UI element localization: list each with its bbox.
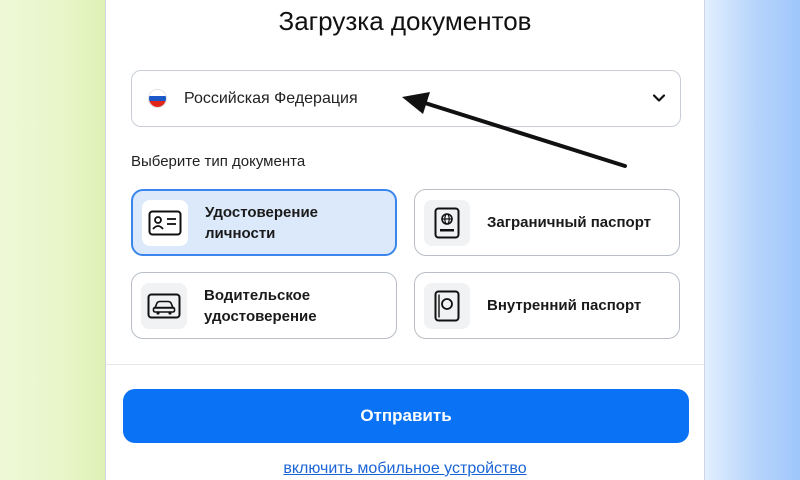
document-upload-panel: Загрузка документов Российская Федерация… (105, 0, 705, 480)
page-title: Загрузка документов (278, 6, 532, 36)
internal-passport-icon (424, 282, 470, 329)
doc-option-foreign-passport-label: Заграничный паспорт (487, 214, 652, 231)
doc-option-id-card[interactable]: Удостоверение личности (131, 189, 397, 256)
doc-option-foreign-passport[interactable]: Заграничный паспорт (414, 189, 680, 256)
car-icon (141, 282, 187, 329)
country-select[interactable]: Российская Федерация (131, 70, 681, 127)
document-type-label: Выберите тип документа (131, 153, 306, 170)
russia-flag-icon (148, 89, 167, 108)
doc-option-id-card-line2: личности (205, 224, 276, 242)
section-divider (106, 364, 704, 365)
submit-button[interactable]: Отправить (123, 389, 689, 443)
doc-option-id-card-line1: Удостоверение (205, 203, 319, 221)
country-select-value: Российская Федерация (184, 89, 358, 107)
id-card-icon (142, 199, 188, 246)
doc-option-driver-license-line2: удостоверение (204, 307, 317, 325)
enable-mobile-device-link[interactable]: включить мобильное устройство (106, 460, 704, 478)
passport-icon (424, 199, 470, 246)
doc-option-internal-passport[interactable]: Внутренний паспорт (414, 272, 680, 339)
doc-option-driver-license-line1: Водительское (204, 286, 311, 304)
chevron-down-icon (652, 94, 666, 102)
doc-option-internal-passport-label: Внутренний паспорт (487, 297, 642, 314)
doc-option-driver-license[interactable]: Водительское удостоверение (131, 272, 397, 339)
